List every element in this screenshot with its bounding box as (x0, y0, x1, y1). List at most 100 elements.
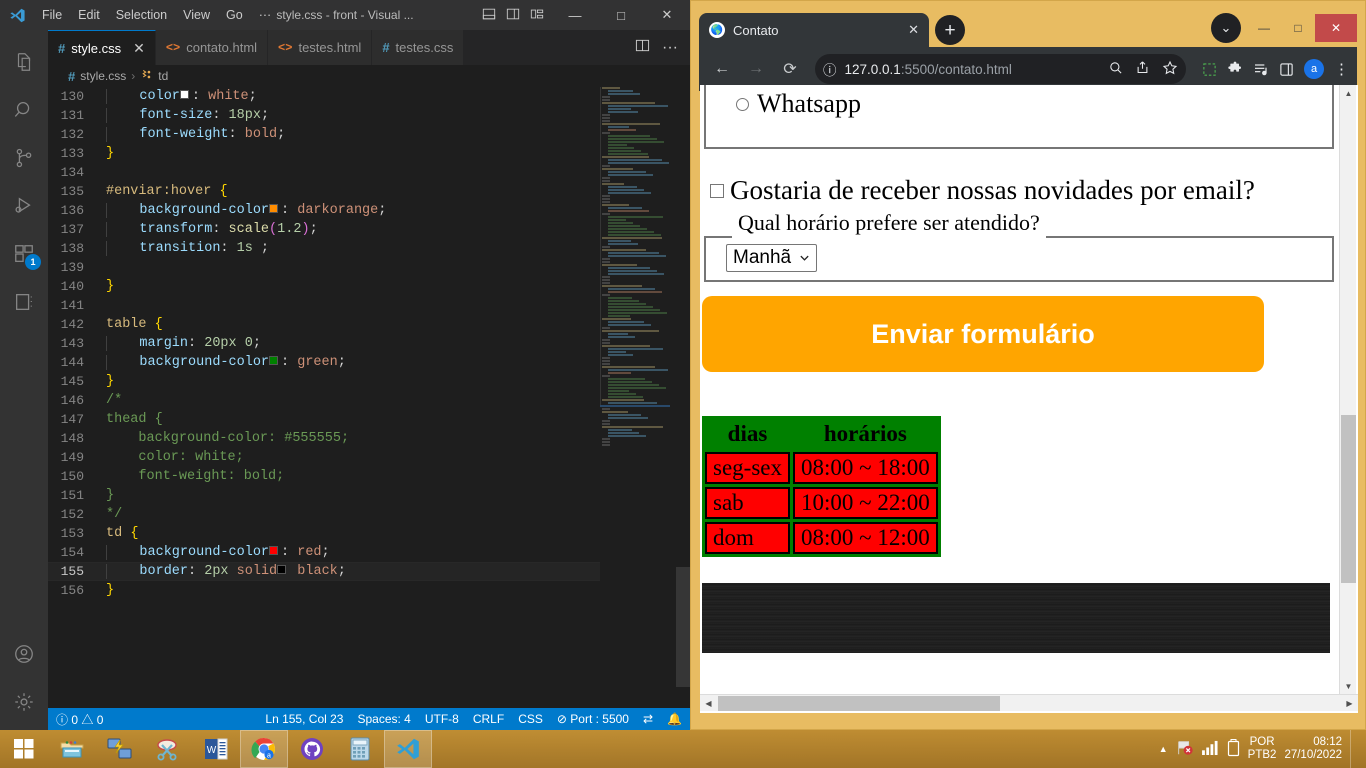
taskbar-google-chrome[interactable]: a (240, 730, 288, 768)
profile-avatar[interactable]: a (1304, 59, 1324, 79)
code-line[interactable]: 150 font-weight: bold; (48, 467, 600, 486)
activity-testing[interactable] (0, 278, 48, 326)
share-icon[interactable] (1135, 60, 1150, 78)
horizontal-scroll-thumb[interactable] (718, 696, 1000, 711)
menu-more[interactable]: ··· (251, 4, 280, 26)
code-line[interactable]: 130 color: white; (48, 87, 600, 106)
code-line[interactable]: 151} (48, 486, 600, 505)
scroll-left-arrow-icon[interactable]: ◀ (700, 695, 717, 712)
activity-settings-gear-icon[interactable] (0, 678, 48, 726)
tab-testes-html[interactable]: <> testes.html (268, 30, 373, 65)
menu-file[interactable]: File (34, 4, 70, 26)
newsletter-checkbox-row[interactable]: Gostaria de receber nossas novidades por… (710, 175, 1340, 206)
chrome-window-controls[interactable]: — □ ✕ (1247, 13, 1357, 43)
extensions-puzzle-icon[interactable] (1227, 61, 1243, 77)
address-bar[interactable]: ⓘ 127.0.0.1:5500/contato.html (815, 54, 1186, 84)
toggle-panel-icon[interactable] (482, 7, 496, 24)
tab-close-icon[interactable]: ✕ (133, 40, 145, 57)
code-line[interactable]: 132 font-weight: bold; (48, 125, 600, 144)
vertical-scroll-thumb[interactable] (1341, 415, 1356, 583)
page-horizontal-scrollbar[interactable]: ◀ ▶ (700, 694, 1358, 711)
menu-selection[interactable]: Selection (108, 4, 175, 26)
breadcrumb-symbol[interactable]: td (158, 69, 168, 83)
taskbar-github-desktop[interactable] (288, 730, 336, 768)
scroll-up-arrow-icon[interactable]: ▲ (1340, 85, 1357, 102)
start-button[interactable] (0, 730, 48, 768)
code-line[interactable]: 141 (48, 296, 600, 315)
activity-run-debug[interactable] (0, 182, 48, 230)
notifications-bell-icon[interactable]: 🔔 (667, 712, 682, 726)
breadcrumb[interactable]: # style.css › td (48, 65, 690, 87)
code-line[interactable]: 142 table { (48, 315, 600, 334)
code-line[interactable]: 149 color: white; (48, 448, 600, 467)
page-vertical-scrollbar[interactable]: ▲ ▼ (1339, 85, 1356, 695)
activity-search[interactable] (0, 86, 48, 134)
embedded-video-player[interactable] (702, 583, 1330, 653)
indentation[interactable]: Spaces: 4 (357, 712, 410, 726)
code-lines[interactable]: 130 color: white; 131 font-size: 18px; 132… (48, 87, 600, 708)
bookmark-star-icon[interactable] (1162, 60, 1178, 79)
schedule-select[interactable]: Manhã (726, 244, 818, 272)
vscode-minimize-button[interactable]: — (552, 0, 598, 30)
problems-indicator[interactable]: ⓘ 0 △ 0 (56, 711, 103, 728)
radio-button[interactable] (736, 97, 749, 111)
toggle-secondary-sidebar-icon[interactable] (506, 7, 520, 24)
code-line[interactable]: 134 (48, 163, 600, 182)
browser-tab-contato[interactable]: 🌎 Contato ✕ (699, 13, 929, 47)
taskbar-snipping-tool[interactable] (144, 730, 192, 768)
submit-form-button[interactable]: Enviar formulário (702, 296, 1264, 372)
code-line[interactable]: 155 border: 2px solid black; (48, 562, 600, 581)
battery-icon[interactable] (1227, 738, 1240, 760)
tab-search-chevron-down-icon[interactable]: ⌄ (1211, 13, 1241, 43)
more-actions-icon[interactable]: ··· (662, 39, 678, 57)
newsletter-checkbox[interactable] (710, 183, 724, 198)
line-ending[interactable]: CRLF (473, 712, 504, 726)
menu-edit[interactable]: Edit (70, 4, 108, 26)
breadcrumb-file[interactable]: style.css (80, 69, 126, 83)
editor-vertical-scrollbar[interactable] (676, 87, 690, 708)
code-line[interactable]: 138 transition: 1s ; (48, 239, 600, 258)
chrome-maximize-button[interactable]: □ (1281, 14, 1315, 42)
vscode-window-controls[interactable]: — □ ✕ (552, 0, 690, 30)
minimap-slider[interactable] (600, 87, 676, 405)
code-line[interactable]: 143 margin: 20px 0; (48, 334, 600, 353)
code-line[interactable]: 154 background-color: red; (48, 543, 600, 562)
reload-button[interactable]: ⟳ (775, 54, 805, 84)
cursor-position[interactable]: Ln 155, Col 23 (265, 712, 343, 726)
code-line[interactable]: 131 font-size: 18px; (48, 106, 600, 125)
menu-view[interactable]: View (175, 4, 218, 26)
chrome-minimize-button[interactable]: — (1247, 14, 1281, 42)
language-mode[interactable]: CSS (518, 712, 543, 726)
customize-layout-icon[interactable] (530, 7, 544, 24)
back-button[interactable]: ← (707, 54, 737, 84)
code-line[interactable]: 137 transform: scale(1.2); (48, 220, 600, 239)
tab-testes-css[interactable]: # testes.css (372, 30, 465, 65)
encoding[interactable]: UTF-8 (425, 712, 459, 726)
code-line[interactable]: 156} (48, 581, 600, 600)
vscode-close-button[interactable]: ✕ (644, 0, 690, 30)
devtools-inspect-icon[interactable] (1202, 62, 1217, 77)
site-info-icon[interactable]: ⓘ (823, 59, 837, 79)
forward-button[interactable]: → (741, 54, 771, 84)
tray-overflow-chevron-up-icon[interactable]: ▲ (1159, 744, 1168, 754)
code-line[interactable]: 148 background-color: #555555; (48, 429, 600, 448)
scroll-right-arrow-icon[interactable]: ▶ (1341, 695, 1358, 712)
editor-minimap[interactable] (600, 87, 676, 708)
live-server-port[interactable]: ⊘ Port : 5500 (557, 712, 629, 726)
language-indicator[interactable]: POR PTB2 (1248, 736, 1277, 762)
editor-actions[interactable]: ··· (635, 30, 690, 65)
code-line[interactable]: 147 thead { (48, 410, 600, 429)
activity-extensions[interactable]: 1 (0, 230, 48, 278)
tab-style-css[interactable]: # style.css ✕ (48, 30, 156, 65)
code-line[interactable]: 133} (48, 144, 600, 163)
code-line[interactable]: 135 #enviar:hover { (48, 182, 600, 201)
show-desktop-button[interactable] (1350, 730, 1358, 768)
radio-option-whatsapp[interactable]: Whatsapp (736, 89, 1332, 119)
remote-indicator-icon[interactable]: ⇄ (643, 712, 653, 726)
vscode-maximize-button[interactable]: □ (598, 0, 644, 30)
taskbar-calculator[interactable] (336, 730, 384, 768)
code-line[interactable]: 144 background-color: green; (48, 353, 600, 372)
code-line[interactable]: 139 (48, 258, 600, 277)
code-line[interactable]: 152 */ (48, 505, 600, 524)
network-flag-icon[interactable] (1176, 739, 1194, 760)
